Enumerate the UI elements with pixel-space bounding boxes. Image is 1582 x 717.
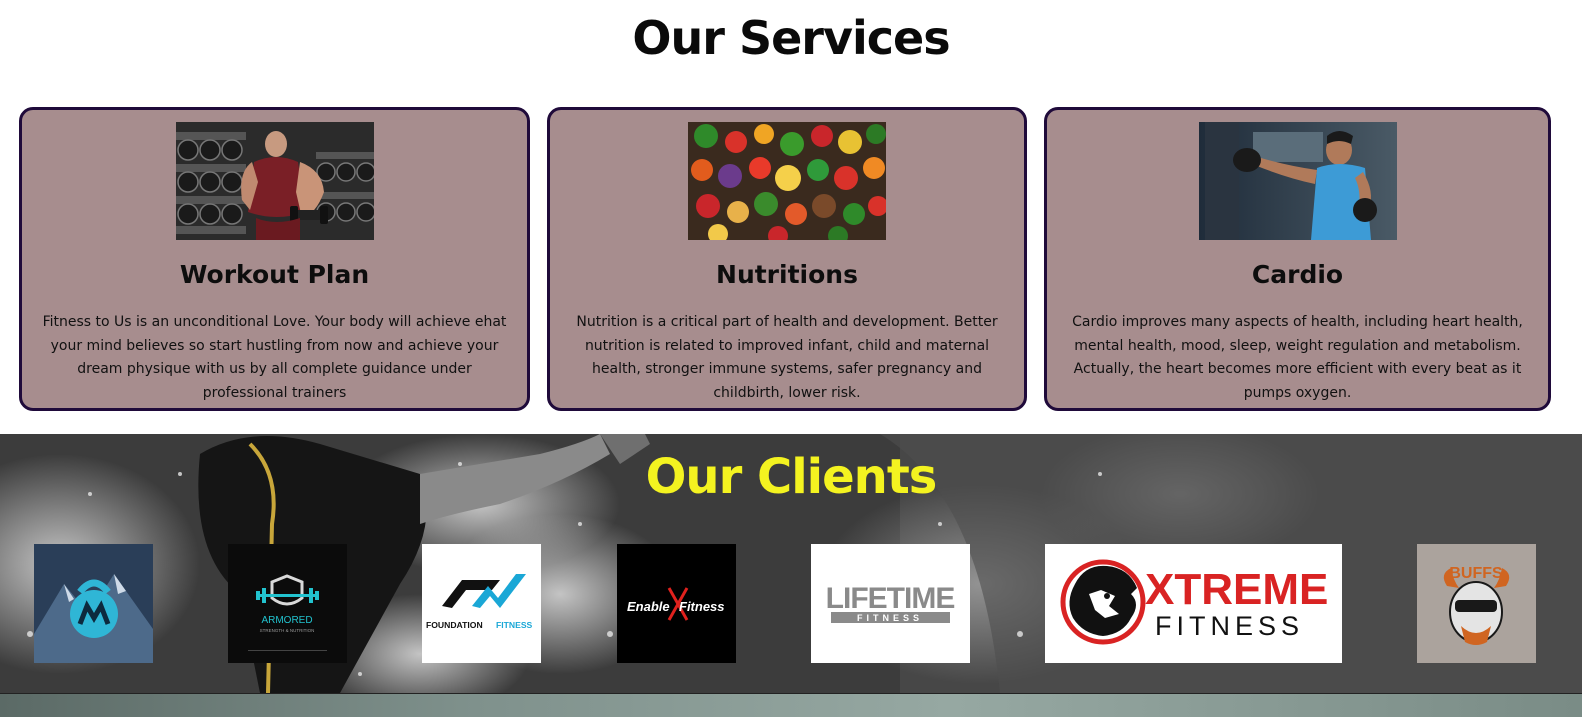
- boxer-photo: [1198, 122, 1397, 240]
- lifetime-fitness-logo[interactable]: LIFETIME FITNESS: [811, 544, 970, 663]
- buffs-logo-text: BUFFS: [1449, 565, 1503, 582]
- service-card-description: Fitness to Us is an unconditional Love. …: [42, 314, 507, 401]
- mountain-kettlebell-logo[interactable]: [34, 544, 153, 663]
- service-card-description: Cardio improves many aspects of health, …: [1072, 314, 1523, 401]
- armored-logo[interactable]: ARMORED STRENGTH & NUTRITION: [228, 544, 347, 663]
- xtreme-logo-text: XTREME: [1145, 565, 1328, 614]
- armored-logo-text: ARMORED: [261, 615, 312, 626]
- clients-heading: Our Clients: [645, 449, 938, 505]
- service-card-description: Nutrition is a critical part of health a…: [576, 314, 998, 401]
- service-card-workout-plan: Workout Plan Fitness to Us is an uncondi…: [19, 107, 530, 411]
- enable-fitness-logo[interactable]: Enable Fitness: [617, 544, 736, 663]
- service-card-cardio: Cardio Cardio improves many aspects of h…: [1044, 107, 1551, 411]
- next-section-edge: [0, 693, 1582, 717]
- services-heading: Our Services: [632, 11, 950, 65]
- enable-logo-subtext: Fitness: [679, 599, 725, 614]
- lifetime-logo-text: LIFETIME: [826, 582, 955, 615]
- clients-section: Our Clients ARMORED STRENGTH & NUTRITION: [0, 434, 1582, 693]
- bodybuilder-photo: [175, 122, 374, 240]
- service-card-nutritions: Nutritions Nutrition is a critical part …: [547, 107, 1027, 411]
- foundation-fitness-logo[interactable]: FOUNDATION FITNESS: [422, 544, 541, 663]
- foundation-logo-subtext: FITNESS: [496, 620, 533, 630]
- buffs-logo[interactable]: BUFFS: [1417, 544, 1536, 663]
- xtreme-fitness-logo[interactable]: XTREME FITNESS: [1045, 544, 1342, 663]
- service-card-title: Cardio: [1251, 260, 1344, 289]
- foundation-logo-text: FOUNDATION: [426, 620, 483, 630]
- armored-logo-subtext: STRENGTH & NUTRITION: [260, 628, 315, 633]
- enable-logo-text: Enable: [627, 599, 670, 614]
- xtreme-logo-subtext: FITNESS: [1155, 611, 1304, 641]
- vegetables-photo: [688, 122, 886, 240]
- service-card-title: Workout Plan: [179, 260, 370, 289]
- service-card-title: Nutritions: [716, 260, 858, 289]
- lifetime-logo-subtext: FITNESS: [857, 613, 923, 623]
